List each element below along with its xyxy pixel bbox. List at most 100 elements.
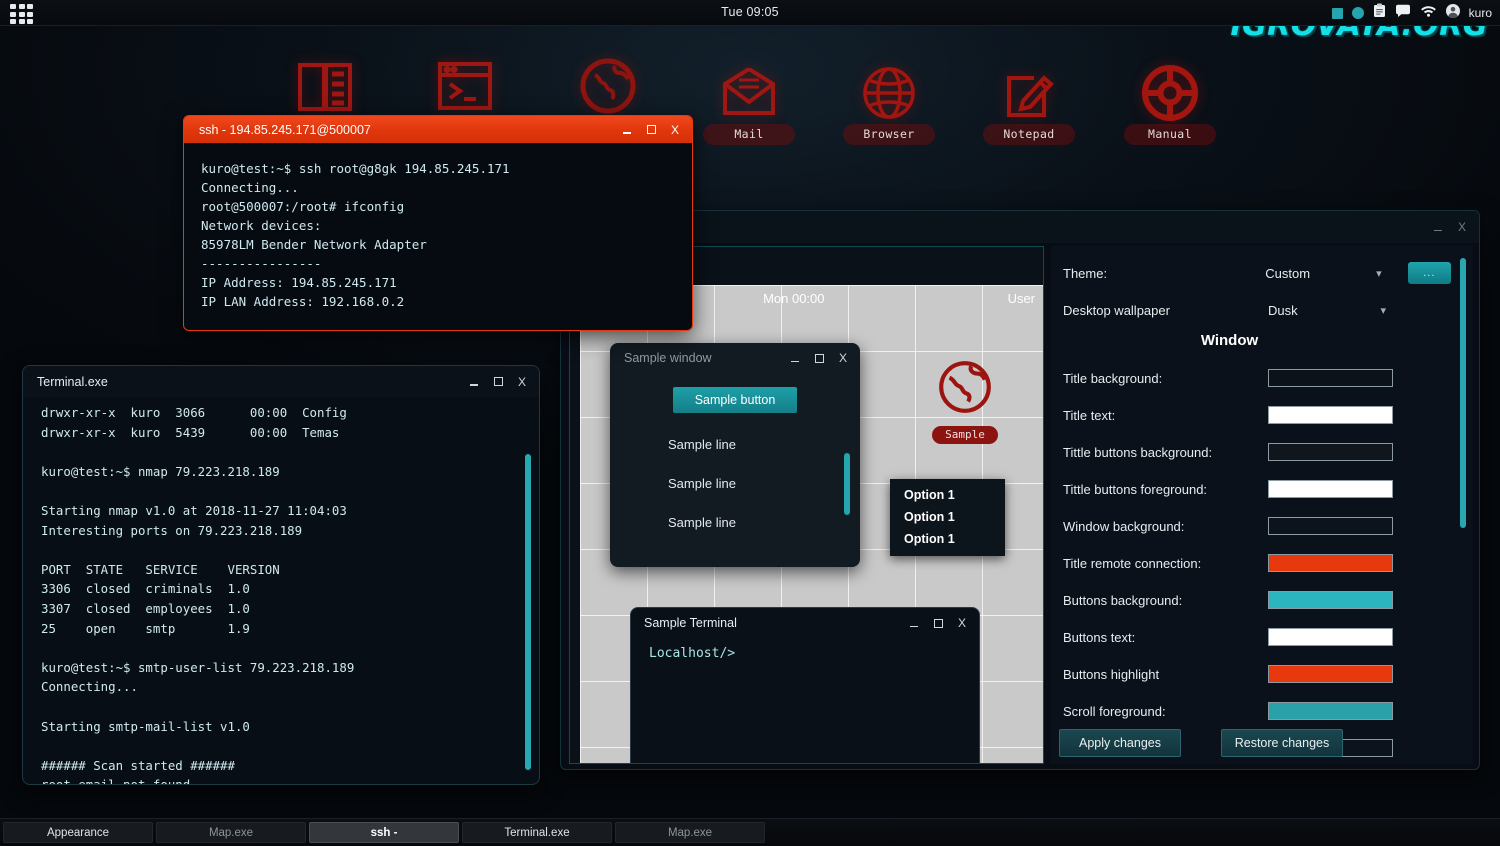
taskbar-item[interactable]: Map.exe (156, 822, 306, 843)
ssh-title: ssh - 194.85.245.171@500007 (199, 123, 616, 137)
color-swatch[interactable] (1268, 517, 1393, 535)
color-setting-row: Title text: (1063, 400, 1451, 430)
ssh-minimize-button[interactable] (616, 119, 638, 140)
ssh-close-button[interactable]: X (664, 119, 686, 140)
clipboard-icon[interactable] (1373, 3, 1386, 23)
chat-icon[interactable] (1395, 4, 1411, 23)
color-setting-row: Buttons text: (1063, 622, 1451, 652)
lifering-glyph (1110, 62, 1230, 124)
preview-sample-scrollbar[interactable] (844, 453, 850, 515)
preview-terminal-maximize-button[interactable] (927, 613, 949, 634)
preview-terminal-close-button[interactable]: X (951, 613, 973, 634)
square-status-icon[interactable] (1332, 8, 1343, 19)
color-setting-label: Title remote connection: (1063, 556, 1268, 571)
user-avatar-icon[interactable] (1446, 4, 1460, 23)
browser-icon[interactable]: Browser (829, 62, 949, 145)
preview-sample-titlebar[interactable]: Sample window X (610, 343, 860, 373)
appearance-window: Appearance X Mon 00:00 User (560, 210, 1480, 770)
wallpaper-label: Desktop wallpaper (1063, 303, 1268, 318)
notepad-icon[interactable]: Notepad (969, 62, 1089, 145)
color-swatch[interactable] (1268, 665, 1393, 683)
settings-scroll-thumb[interactable] (1460, 258, 1466, 528)
mail-glyph (689, 62, 809, 124)
preview-sample-button[interactable]: Sample button (673, 387, 797, 413)
ssh-maximize-button[interactable] (640, 119, 662, 140)
taskbar-item[interactable]: Appearance (3, 822, 153, 843)
color-setting-label: Tittle buttons background: (1063, 445, 1268, 460)
preview-sample-lines: Sample line Sample line Sample line (610, 437, 860, 530)
theme-dropdown[interactable]: Custom ▾ (1265, 263, 1385, 284)
appearance-titlebar[interactable]: Appearance X (561, 211, 1479, 243)
taskbar-item[interactable]: Map.exe (615, 822, 765, 843)
taskbar-item[interactable]: Terminal.exe (462, 822, 612, 843)
apply-changes-button[interactable]: Apply changes (1059, 729, 1181, 757)
preview-option-item[interactable]: Option 1 (890, 484, 1005, 506)
color-setting-row: Tittle buttons background: (1063, 437, 1451, 467)
color-swatch[interactable] (1268, 702, 1393, 720)
preview-sample-terminal-titlebar[interactable]: Sample Terminal X (631, 608, 979, 638)
console-glyph (405, 55, 525, 117)
color-swatch[interactable] (1268, 443, 1393, 461)
terminal-titlebar[interactable]: Terminal.exe X (23, 366, 539, 397)
theme-more-button[interactable]: ... (1408, 262, 1451, 284)
terminal-close-button[interactable]: X (511, 371, 533, 392)
chevron-down-icon: ▾ (1376, 267, 1382, 280)
server-glyph (265, 55, 385, 117)
preview-sample-window-buttons: X (784, 348, 854, 369)
color-setting-row: Window background: (1063, 511, 1451, 541)
color-setting-row: Buttons highlight (1063, 659, 1451, 689)
color-setting-label: Window background: (1063, 519, 1268, 534)
color-setting-label: Buttons highlight (1063, 667, 1268, 682)
server-icon[interactable] (265, 55, 385, 117)
color-setting-row: Scroll foreground: (1063, 696, 1451, 726)
color-setting-label: Scroll foreground: (1063, 704, 1268, 719)
ssh-titlebar[interactable]: ssh - 194.85.245.171@500007 X (184, 116, 692, 143)
preview-sample-title: Sample window (624, 351, 784, 365)
console-icon[interactable] (405, 55, 525, 117)
theme-row: Theme: Custom ▾ ... (1063, 258, 1451, 288)
globe-red-icon[interactable] (548, 55, 668, 117)
color-swatch[interactable] (1268, 554, 1393, 572)
color-settings-list: Title background: Title text: Tittle butto… (1063, 363, 1451, 770)
color-setting-row: Tittle buttons foreground: (1063, 474, 1451, 504)
color-setting-label: Title background: (1063, 371, 1268, 386)
appearance-close-button[interactable]: X (1451, 217, 1473, 238)
taskbar: AppearanceMap.exessh -Terminal.exeMap.ex… (0, 818, 1500, 846)
color-swatch[interactable] (1268, 591, 1393, 609)
window-section-title: Window (1063, 332, 1451, 349)
mail-icon[interactable]: Mail (689, 62, 809, 145)
color-swatch[interactable] (1268, 406, 1393, 424)
terminal-scrollbar[interactable] (525, 454, 531, 770)
color-swatch[interactable] (1268, 628, 1393, 646)
system-clock: Tue 09:05 (0, 5, 1500, 19)
terminal-window: Terminal.exe X drwxr-xr-x kuro 3066 00:0… (22, 365, 540, 785)
wifi-icon[interactable] (1420, 4, 1437, 22)
system-tray: kuro (1332, 0, 1492, 26)
color-swatch[interactable] (1268, 480, 1393, 498)
taskbar-item[interactable]: ssh - (309, 822, 459, 843)
appearance-settings-panel: Theme: Custom ▾ ... Desktop wallpaper Du… (1051, 246, 1473, 764)
appearance-window-buttons: X (1427, 217, 1473, 238)
appearance-minimize-button[interactable] (1427, 217, 1449, 238)
preview-option-item[interactable]: Option 1 (890, 528, 1005, 550)
preview-sample-minimize-button[interactable] (784, 348, 806, 369)
color-setting-label: Tittle buttons foreground: (1063, 482, 1268, 497)
color-swatch[interactable] (1268, 369, 1393, 387)
manual-icon[interactable]: Manual (1110, 62, 1230, 145)
top-system-bar: Tue 09:05 kuro (0, 0, 1500, 26)
terminal-maximize-button[interactable] (487, 371, 509, 392)
preview-option-item[interactable]: Option 1 (890, 506, 1005, 528)
wallpaper-dropdown[interactable]: Dusk ▾ (1268, 300, 1390, 321)
preview-sample-maximize-button[interactable] (808, 348, 830, 369)
preview-sample-icon[interactable]: Sample (920, 357, 1010, 444)
color-setting-row: Title remote connection: (1063, 548, 1451, 578)
appearance-title: Appearance (576, 220, 1427, 234)
preview-sample-close-button[interactable]: X (832, 348, 854, 369)
color-setting-row: Title background: (1063, 363, 1451, 393)
preview-terminal-minimize-button[interactable] (903, 613, 925, 634)
tray-username[interactable]: kuro (1469, 6, 1492, 20)
terminal-minimize-button[interactable] (463, 371, 485, 392)
restore-changes-button[interactable]: Restore changes (1221, 729, 1343, 757)
circle-status-icon[interactable] (1352, 7, 1364, 19)
wallpaper-value: Dusk (1268, 303, 1298, 318)
